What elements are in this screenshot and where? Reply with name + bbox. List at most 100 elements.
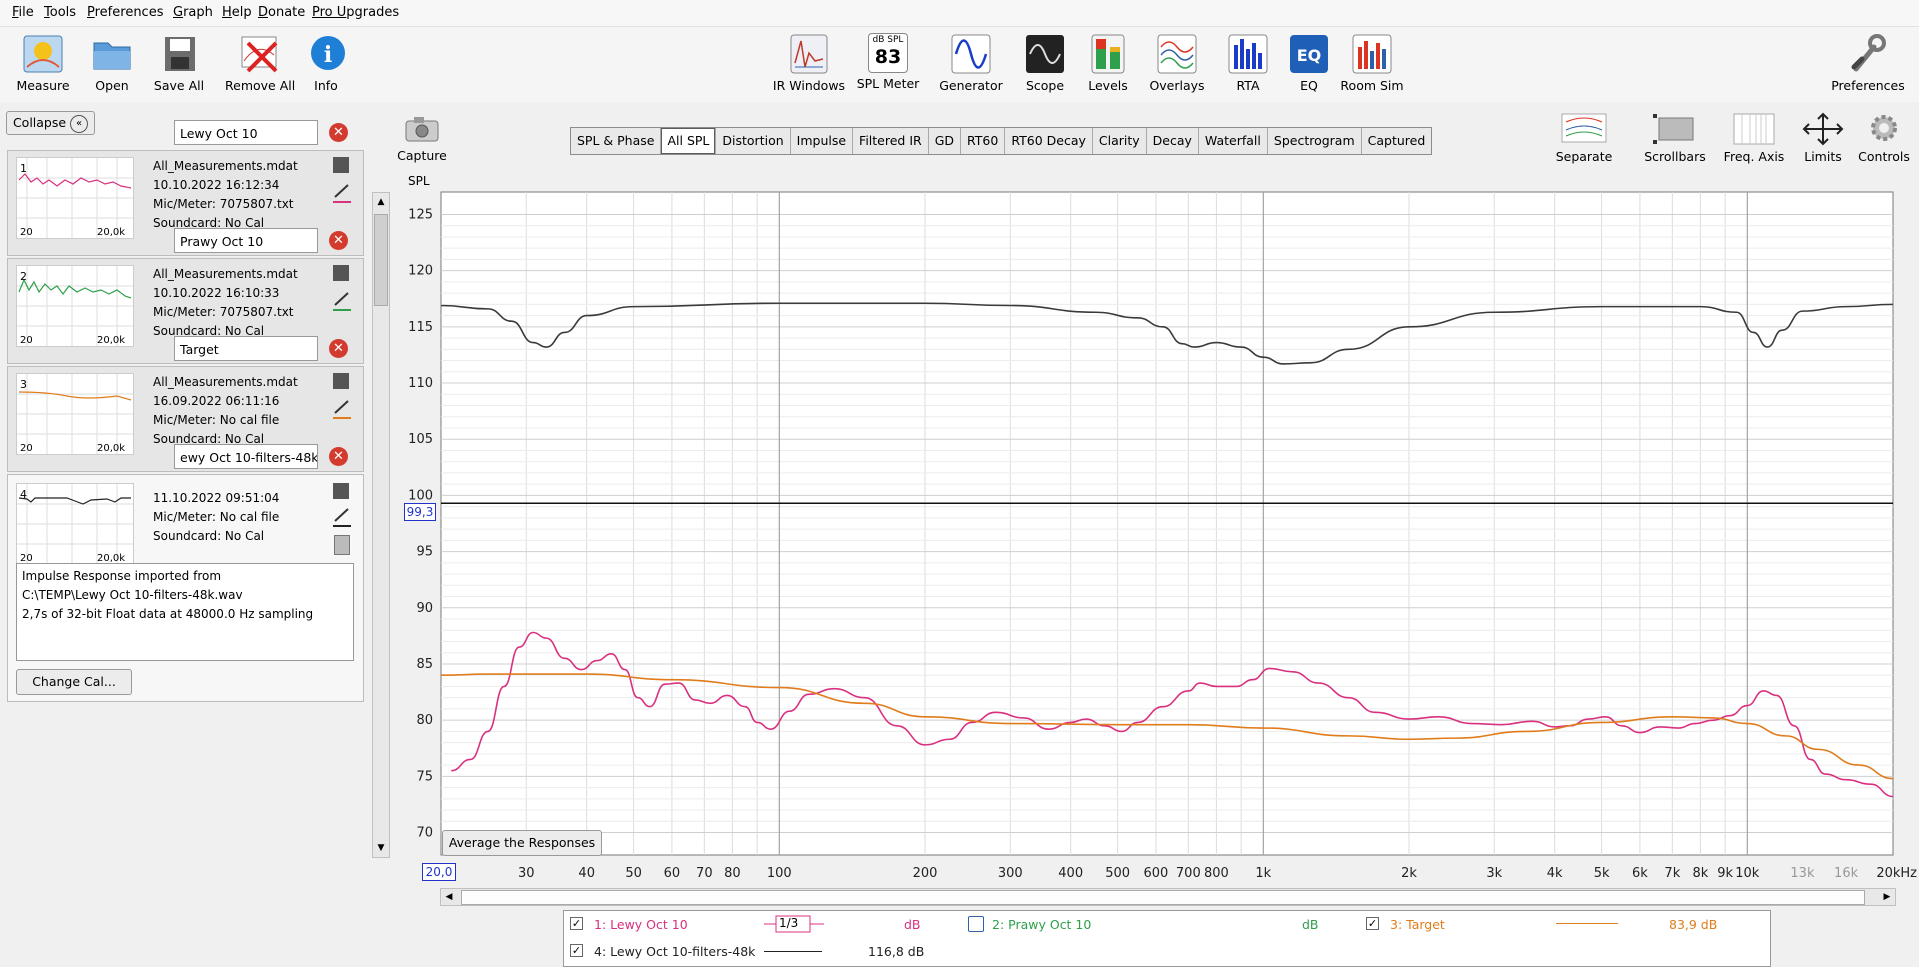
y-tick-label: 115 <box>408 320 433 335</box>
remove-measurement-button-1[interactable]: ✕ <box>329 123 348 142</box>
legend-checkbox-1[interactable]: ✓ <box>570 917 583 930</box>
generator-button[interactable]: Generator <box>937 33 1005 93</box>
menu-pro-upgrades[interactable]: Pro Upgrades <box>312 5 399 20</box>
ir-windows-button[interactable]: IR Windows <box>771 33 847 93</box>
tab-captured[interactable]: Captured <box>1362 128 1432 154</box>
tab-all-spl[interactable]: All SPL <box>661 128 717 154</box>
eq-button[interactable]: EQ EQ <box>1287 33 1331 93</box>
save-measurement-icon-2[interactable] <box>333 265 349 281</box>
menu-help[interactable]: Help <box>222 5 252 20</box>
preferences-button[interactable]: Preferences <box>1826 33 1910 93</box>
measurement-thumbnail-4: 4 20 20,0k <box>16 483 134 565</box>
scope-button[interactable]: Scope <box>1020 33 1070 93</box>
controls-button[interactable]: Controls <box>1855 112 1913 164</box>
x-tick-label: 10k <box>1735 866 1760 881</box>
tab-impulse[interactable]: Impulse <box>791 128 854 154</box>
measurement-name-field-4[interactable]: ewy Oct 10-filters-48k <box>174 444 318 469</box>
measurement-file-2: All_Measurements.mdat <box>153 267 298 281</box>
legend-checkbox-2[interactable] <box>968 916 984 932</box>
overlays-button[interactable]: Overlays <box>1145 33 1209 93</box>
limits-button[interactable]: Limits <box>1800 112 1846 164</box>
tab-filtered-ir[interactable]: Filtered IR <box>853 128 929 154</box>
menu-file[interactable]: File <box>12 5 34 20</box>
remove-measurement-button-3[interactable]: ✕ <box>329 339 348 358</box>
edit-pen-icon-1[interactable] <box>333 183 351 203</box>
tab-spectrogram[interactable]: Spectrogram <box>1268 128 1362 154</box>
save-measurement-icon-3[interactable] <box>333 373 349 389</box>
measurement-name-field-1[interactable]: Lewy Oct 10 <box>174 120 318 145</box>
hscroll-right-arrow-icon[interactable]: ▶ <box>1879 889 1895 905</box>
x-tick-label: 70 <box>696 866 713 881</box>
menu-preferences[interactable]: Preferences <box>87 5 163 20</box>
menu-graph[interactable]: Graph <box>173 5 213 20</box>
tab-decay[interactable]: Decay <box>1147 128 1199 154</box>
save-all-button[interactable]: Save All <box>150 33 208 93</box>
capture-button[interactable]: Capture <box>397 113 447 163</box>
menu-donate[interactable]: Donate <box>258 5 305 20</box>
hscroll-thumb[interactable] <box>461 890 1865 905</box>
scroll-up-arrow-icon[interactable]: ▲ <box>373 193 389 211</box>
levels-button[interactable]: Levels <box>1084 33 1132 93</box>
scrollbars-icon <box>1653 114 1694 144</box>
remove-all-button[interactable]: Remove All <box>225 33 295 93</box>
tab-gd[interactable]: GD <box>929 128 962 154</box>
legend-checkbox-4[interactable]: ✓ <box>570 944 583 957</box>
graph-horizontal-scrollbar[interactable]: ◀ ▶ <box>440 888 1896 906</box>
edit-pen-icon-3[interactable] <box>333 399 351 419</box>
notes-box[interactable]: Impulse Response imported from C:\TEMP\L… <box>16 563 354 661</box>
series-line-2 <box>451 631 1894 798</box>
tab-spl-phase[interactable]: SPL & Phase <box>571 128 662 154</box>
cursor-value-box[interactable]: 99,3 <box>404 503 436 521</box>
scope-icon <box>1026 35 1064 73</box>
ir-windows-icon <box>790 34 828 74</box>
edit-pen-icon-2[interactable] <box>333 291 351 311</box>
info-button[interactable]: i Info <box>306 33 346 93</box>
remove-measurement-button-2[interactable]: ✕ <box>329 231 348 250</box>
series-line-1 <box>440 302 1894 365</box>
tab-rt60-decay[interactable]: RT60 Decay <box>1005 128 1093 154</box>
rta-button[interactable]: RTA <box>1225 33 1271 93</box>
trace-legend: ✓ 1: Lewy Oct 10 1/3 dB 2: Prawy Oct 10 … <box>563 910 1771 967</box>
measurement-name-field-3[interactable]: Target <box>174 336 318 361</box>
save-measurement-icon-4[interactable] <box>333 483 349 499</box>
sidebar-scrollbar[interactable]: ▲ ▼ <box>372 192 390 858</box>
x-start-value-box[interactable]: 20,0 <box>422 863 456 881</box>
collapse-button[interactable]: Collapse « <box>6 111 95 135</box>
separate-button[interactable]: Separate <box>1552 112 1616 164</box>
measurement-file-3: All_Measurements.mdat <box>153 375 298 389</box>
camera-icon <box>405 117 439 142</box>
average-responses-button[interactable]: Average the Responses <box>442 830 602 856</box>
legend-label-1: 1: Lewy Oct 10 <box>594 917 688 932</box>
scroll-thumb[interactable] <box>374 214 388 306</box>
open-button[interactable]: Open <box>88 33 136 93</box>
svg-text:3: 3 <box>20 378 27 391</box>
tab-clarity[interactable]: Clarity <box>1093 128 1147 154</box>
legend-checkbox-3[interactable]: ✓ <box>1366 917 1379 930</box>
tab-distortion[interactable]: Distortion <box>716 128 791 154</box>
room-sim-button[interactable]: Room Sim <box>1340 33 1404 93</box>
svg-text:20: 20 <box>20 335 33 346</box>
menu-tools[interactable]: Tools <box>44 5 76 20</box>
scrollbars-button[interactable]: Scrollbars <box>1643 112 1707 164</box>
x-tick-label: 300 <box>998 866 1023 881</box>
tab-waterfall[interactable]: Waterfall <box>1199 128 1268 154</box>
measure-button[interactable]: Measure <box>14 33 72 93</box>
notes-document-icon[interactable] <box>334 535 350 555</box>
edit-pen-icon-4[interactable] <box>333 507 351 527</box>
measurement-name-field-2[interactable]: Prawy Oct 10 <box>174 228 318 253</box>
remove-measurement-button-4[interactable]: ✕ <box>329 447 348 466</box>
change-cal-button[interactable]: Change Cal... <box>16 669 132 695</box>
info-icon: i <box>311 36 345 70</box>
scroll-down-arrow-icon[interactable]: ▼ <box>373 839 389 857</box>
legend-label-3: 3: Target <box>1390 917 1445 932</box>
smoothing-indicator[interactable]: 1/3 <box>764 915 824 933</box>
main-toolbar: Measure Open Save All Remove All i Info … <box>0 27 1919 102</box>
svg-text:2: 2 <box>20 270 27 283</box>
measurement-panel-4[interactable]: 4 20 20,0k 11.10.2022 09:51:04 Mic/Meter… <box>7 474 364 702</box>
save-measurement-icon-1[interactable] <box>333 157 349 173</box>
tab-rt60[interactable]: RT60 <box>961 128 1006 154</box>
hscroll-left-arrow-icon[interactable]: ◀ <box>441 889 457 905</box>
freq-axis-button[interactable]: Freq. Axis <box>1720 112 1788 164</box>
spl-meter-button[interactable]: dB SPL 83 SPL Meter <box>855 33 921 91</box>
svg-text:20: 20 <box>20 227 33 238</box>
